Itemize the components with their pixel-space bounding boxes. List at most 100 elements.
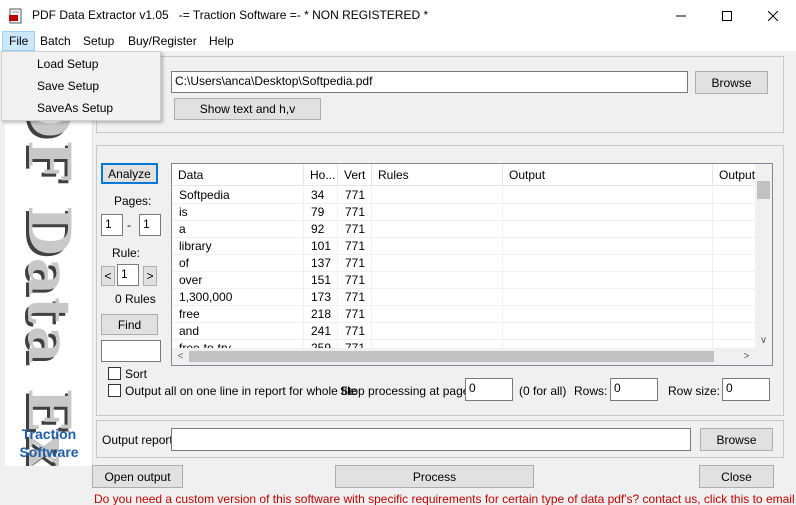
- stop-page-input[interactable]: 0: [465, 378, 513, 401]
- table-cell: [503, 221, 713, 238]
- horizontal-scroll-thumb[interactable]: [189, 351, 714, 362]
- output-report-input[interactable]: [171, 428, 691, 451]
- sort-label: Sort: [125, 367, 148, 381]
- menu-buy-register[interactable]: Buy/Register: [122, 31, 203, 51]
- brand-line-2: Software: [19, 444, 79, 460]
- table-cell: [713, 204, 756, 221]
- analyze-button[interactable]: Analyze: [101, 163, 158, 184]
- menu-file[interactable]: File: [2, 31, 36, 51]
- column-header-vertical[interactable]: Vert: [338, 164, 372, 186]
- table-cell: 771: [338, 221, 372, 238]
- custom-version-email-link[interactable]: Do you need a custom version of this sof…: [94, 492, 796, 505]
- rule-next-button[interactable]: >: [143, 266, 157, 286]
- horizontal-scrollbar[interactable]: < >: [172, 348, 772, 365]
- row-size-input[interactable]: 0: [722, 378, 770, 401]
- find-button[interactable]: Find: [101, 314, 158, 335]
- table-cell: of: [172, 255, 304, 272]
- table-cell: [372, 306, 503, 323]
- table-row[interactable]: a 92 771: [172, 221, 756, 238]
- table-cell: 137: [304, 255, 338, 272]
- close-window-button[interactable]: [750, 0, 796, 31]
- open-output-button[interactable]: Open output: [92, 465, 183, 488]
- rule-label: Rule:: [112, 246, 141, 260]
- menu-save-setup[interactable]: Save Setup: [37, 79, 99, 93]
- close-button[interactable]: Close: [699, 465, 774, 488]
- table-header: Data Ho... Vert Rules Output Output: [172, 164, 756, 186]
- table-cell: Softpedia: [172, 187, 304, 204]
- menu-load-setup[interactable]: Load Setup: [37, 57, 98, 71]
- stop-hint: (0 for all): [519, 384, 567, 398]
- table-row[interactable]: over 151 771: [172, 272, 756, 289]
- stop-processing-label: Stop processing at page:: [340, 384, 473, 398]
- data-table[interactable]: Data Ho... Vert Rules Output Output Soft…: [171, 163, 773, 366]
- table-cell: a: [172, 221, 304, 238]
- rows-input[interactable]: 0: [610, 378, 658, 401]
- table-row[interactable]: and 241 771: [172, 323, 756, 340]
- pages-label: Pages:: [114, 194, 152, 208]
- table-cell: 771: [338, 272, 372, 289]
- column-header-horizontal[interactable]: Ho...: [304, 164, 338, 186]
- table-cell: 173: [304, 289, 338, 306]
- browse-output-button[interactable]: Browse: [700, 428, 773, 451]
- rule-prev-button[interactable]: <: [101, 266, 115, 286]
- table-cell: [713, 306, 756, 323]
- table-cell: over: [172, 272, 304, 289]
- table-cell: [503, 238, 713, 255]
- sort-checkbox[interactable]: [108, 367, 121, 380]
- table-cell: library: [172, 238, 304, 255]
- table-row[interactable]: library 101 771: [172, 238, 756, 255]
- menu-setup[interactable]: Setup: [77, 31, 120, 51]
- table-row[interactable]: is 79 771: [172, 204, 756, 221]
- page-separator: -: [127, 218, 131, 232]
- table-cell: [372, 187, 503, 204]
- table-cell: [372, 289, 503, 306]
- menu-batch[interactable]: Batch: [34, 31, 77, 51]
- close-icon: [768, 10, 778, 21]
- table-cell: [503, 272, 713, 289]
- table-row[interactable]: of 137 771: [172, 255, 756, 272]
- table-cell: and: [172, 323, 304, 340]
- page-from-input[interactable]: 1: [101, 214, 123, 236]
- process-button[interactable]: Process: [335, 465, 534, 488]
- one-line-checkbox[interactable]: [108, 384, 121, 397]
- scroll-left-icon[interactable]: <: [172, 348, 189, 365]
- pdf-path-input[interactable]: C:\Users\anca\Desktop\Softpedia.pdf: [171, 71, 688, 93]
- table-cell: [372, 204, 503, 221]
- table-cell: [503, 323, 713, 340]
- scroll-right-icon[interactable]: >: [738, 348, 755, 365]
- rule-number-input[interactable]: 1: [117, 264, 139, 286]
- table-cell: 34: [304, 187, 338, 204]
- scroll-down-icon[interactable]: ∨: [755, 332, 772, 349]
- table-cell: 771: [338, 323, 372, 340]
- table-cell: [503, 306, 713, 323]
- show-text-button[interactable]: Show text and h,v: [174, 98, 321, 120]
- column-header-rules[interactable]: Rules: [372, 164, 503, 186]
- maximize-icon: [722, 10, 732, 21]
- table-row[interactable]: free 218 771: [172, 306, 756, 323]
- vertical-scrollbar[interactable]: ∨: [755, 164, 772, 349]
- maximize-button[interactable]: [704, 0, 750, 31]
- table-cell: 771: [338, 289, 372, 306]
- table-cell: free: [172, 306, 304, 323]
- find-input[interactable]: [101, 340, 161, 362]
- table-cell: 79: [304, 204, 338, 221]
- table-row[interactable]: Softpedia 34 771: [172, 187, 756, 204]
- table-cell: 92: [304, 221, 338, 238]
- table-cell: [372, 255, 503, 272]
- menu-help[interactable]: Help: [203, 31, 240, 51]
- minimize-button[interactable]: [658, 0, 704, 31]
- row-size-label: Row size:: [668, 384, 721, 398]
- table-row[interactable]: 1,300,000 173 771: [172, 289, 756, 306]
- column-header-output[interactable]: Output: [503, 164, 713, 186]
- table-cell: [713, 255, 756, 272]
- menu-saveas-setup[interactable]: SaveAs Setup: [37, 101, 113, 115]
- table-cell: 771: [338, 255, 372, 272]
- vertical-scroll-thumb[interactable]: [757, 181, 770, 199]
- page-to-input[interactable]: 1: [139, 214, 161, 236]
- table-cell: is: [172, 204, 304, 221]
- table-cell: [713, 221, 756, 238]
- column-header-data[interactable]: Data: [172, 164, 304, 186]
- rows-label: Rows:: [574, 384, 608, 398]
- browse-pdf-button[interactable]: Browse: [695, 71, 768, 94]
- menu-bar: File Batch Setup Buy/Register Help: [0, 31, 796, 51]
